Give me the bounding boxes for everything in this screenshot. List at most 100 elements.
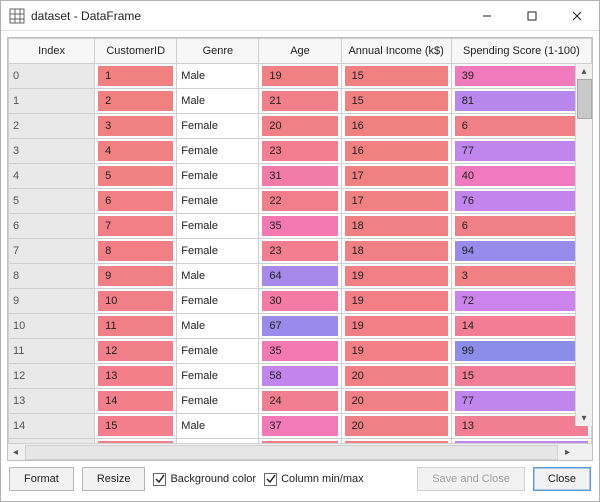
score-cell[interactable]: 15 bbox=[451, 364, 591, 389]
score-cell[interactable]: 39 bbox=[451, 64, 591, 89]
table-row[interactable]: 67Female35186 bbox=[9, 214, 592, 239]
column-header[interactable]: Index bbox=[9, 39, 95, 64]
income-cell[interactable]: 20 bbox=[341, 389, 451, 414]
customerid-cell[interactable]: 12 bbox=[95, 339, 177, 364]
genre-cell[interactable]: Male bbox=[177, 414, 259, 439]
scroll-left-arrow-icon[interactable]: ◂ bbox=[8, 445, 23, 460]
genre-cell[interactable]: Male bbox=[177, 89, 259, 114]
age-cell[interactable]: 58 bbox=[259, 364, 341, 389]
column-minmax-checkbox[interactable]: Column min/max bbox=[264, 473, 364, 486]
background-color-checkbox[interactable]: Background color bbox=[153, 473, 256, 486]
vertical-scrollbar[interactable]: ▴ ▾ bbox=[575, 64, 592, 426]
genre-cell[interactable]: Male bbox=[177, 64, 259, 89]
table-row[interactable]: 1516Male222079 bbox=[9, 439, 592, 444]
income-cell[interactable]: 19 bbox=[341, 264, 451, 289]
close-window-button[interactable] bbox=[554, 1, 599, 31]
customerid-cell[interactable]: 3 bbox=[95, 114, 177, 139]
customerid-cell[interactable]: 11 bbox=[95, 314, 177, 339]
customerid-cell[interactable]: 5 bbox=[95, 164, 177, 189]
score-cell[interactable]: 79 bbox=[451, 439, 591, 444]
genre-cell[interactable]: Female bbox=[177, 389, 259, 414]
score-cell[interactable]: 40 bbox=[451, 164, 591, 189]
titlebar[interactable]: dataset - DataFrame bbox=[1, 1, 599, 31]
income-cell[interactable]: 19 bbox=[341, 289, 451, 314]
age-cell[interactable]: 31 bbox=[259, 164, 341, 189]
age-cell[interactable]: 35 bbox=[259, 214, 341, 239]
genre-cell[interactable]: Male bbox=[177, 314, 259, 339]
income-cell[interactable]: 16 bbox=[341, 114, 451, 139]
table-row[interactable]: 89Male64193 bbox=[9, 264, 592, 289]
customerid-cell[interactable]: 6 bbox=[95, 189, 177, 214]
income-cell[interactable]: 20 bbox=[341, 364, 451, 389]
table-row[interactable]: 1314Female242077 bbox=[9, 389, 592, 414]
age-cell[interactable]: 22 bbox=[259, 189, 341, 214]
age-cell[interactable]: 30 bbox=[259, 289, 341, 314]
index-cell[interactable]: 8 bbox=[9, 264, 95, 289]
customerid-cell[interactable]: 14 bbox=[95, 389, 177, 414]
customerid-cell[interactable]: 15 bbox=[95, 414, 177, 439]
age-cell[interactable]: 23 bbox=[259, 239, 341, 264]
close-button[interactable]: Close bbox=[533, 467, 591, 491]
column-header[interactable]: Genre bbox=[177, 39, 259, 64]
table-row[interactable]: 23Female20166 bbox=[9, 114, 592, 139]
column-header[interactable]: Spending Score (1-100) bbox=[451, 39, 591, 64]
genre-cell[interactable]: Female bbox=[177, 114, 259, 139]
table-row[interactable]: 45Female311740 bbox=[9, 164, 592, 189]
table-row[interactable]: 56Female221776 bbox=[9, 189, 592, 214]
minimize-button[interactable] bbox=[464, 1, 509, 31]
table-row[interactable]: 910Female301972 bbox=[9, 289, 592, 314]
income-cell[interactable]: 15 bbox=[341, 89, 451, 114]
score-cell[interactable]: 6 bbox=[451, 114, 591, 139]
score-cell[interactable]: 13 bbox=[451, 414, 591, 439]
customerid-cell[interactable]: 9 bbox=[95, 264, 177, 289]
horizontal-scroll-thumb[interactable] bbox=[25, 445, 558, 460]
age-cell[interactable]: 37 bbox=[259, 414, 341, 439]
table-row[interactable]: 1112Female351999 bbox=[9, 339, 592, 364]
income-cell[interactable]: 19 bbox=[341, 339, 451, 364]
age-cell[interactable]: 67 bbox=[259, 314, 341, 339]
resize-button[interactable]: Resize bbox=[82, 467, 146, 491]
income-cell[interactable]: 15 bbox=[341, 64, 451, 89]
income-cell[interactable]: 16 bbox=[341, 139, 451, 164]
customerid-cell[interactable]: 7 bbox=[95, 214, 177, 239]
score-cell[interactable]: 94 bbox=[451, 239, 591, 264]
index-cell[interactable]: 6 bbox=[9, 214, 95, 239]
age-cell[interactable]: 64 bbox=[259, 264, 341, 289]
index-cell[interactable]: 9 bbox=[9, 289, 95, 314]
income-cell[interactable]: 20 bbox=[341, 439, 451, 444]
genre-cell[interactable]: Female bbox=[177, 364, 259, 389]
score-cell[interactable]: 14 bbox=[451, 314, 591, 339]
score-cell[interactable]: 6 bbox=[451, 214, 591, 239]
score-cell[interactable]: 77 bbox=[451, 139, 591, 164]
vertical-scroll-thumb[interactable] bbox=[577, 79, 592, 119]
index-cell[interactable]: 15 bbox=[9, 439, 95, 444]
age-cell[interactable]: 35 bbox=[259, 339, 341, 364]
genre-cell[interactable]: Male bbox=[177, 264, 259, 289]
income-cell[interactable]: 20 bbox=[341, 414, 451, 439]
table-row[interactable]: 01Male191539 bbox=[9, 64, 592, 89]
score-cell[interactable]: 76 bbox=[451, 189, 591, 214]
genre-cell[interactable]: Female bbox=[177, 139, 259, 164]
age-cell[interactable]: 23 bbox=[259, 139, 341, 164]
index-cell[interactable]: 0 bbox=[9, 64, 95, 89]
maximize-button[interactable] bbox=[509, 1, 554, 31]
horizontal-scrollbar[interactable]: ◂ ▸ bbox=[8, 443, 592, 460]
genre-cell[interactable]: Female bbox=[177, 164, 259, 189]
customerid-cell[interactable]: 16 bbox=[95, 439, 177, 444]
age-cell[interactable]: 20 bbox=[259, 114, 341, 139]
genre-cell[interactable]: Female bbox=[177, 214, 259, 239]
age-cell[interactable]: 19 bbox=[259, 64, 341, 89]
score-cell[interactable]: 99 bbox=[451, 339, 591, 364]
income-cell[interactable]: 18 bbox=[341, 239, 451, 264]
format-button[interactable]: Format bbox=[9, 467, 74, 491]
index-cell[interactable]: 12 bbox=[9, 364, 95, 389]
genre-cell[interactable]: Female bbox=[177, 239, 259, 264]
table-row[interactable]: 34Female231677 bbox=[9, 139, 592, 164]
customerid-cell[interactable]: 2 bbox=[95, 89, 177, 114]
table-row[interactable]: 1011Male671914 bbox=[9, 314, 592, 339]
table-row[interactable]: 1415Male372013 bbox=[9, 414, 592, 439]
customerid-cell[interactable]: 13 bbox=[95, 364, 177, 389]
score-cell[interactable]: 81 bbox=[451, 89, 591, 114]
index-cell[interactable]: 14 bbox=[9, 414, 95, 439]
scroll-down-arrow-icon[interactable]: ▾ bbox=[577, 411, 592, 426]
